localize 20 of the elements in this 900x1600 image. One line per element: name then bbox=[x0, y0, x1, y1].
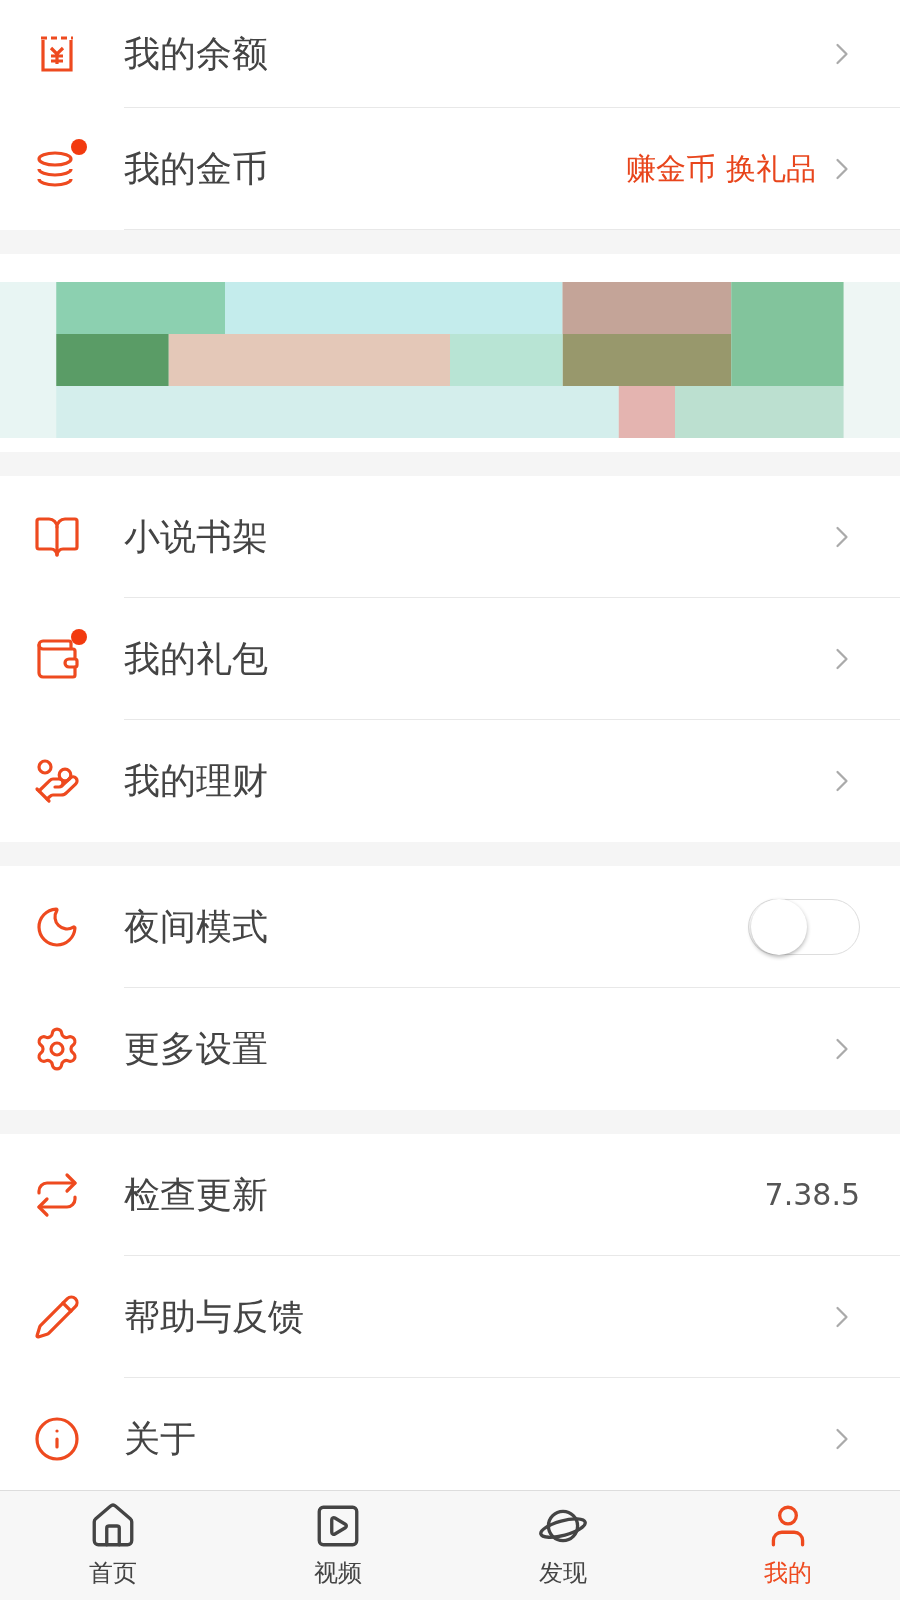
menu-label[interactable]: 检查更新 bbox=[124, 1167, 765, 1222]
menu-label[interactable]: 我的金币 bbox=[124, 141, 627, 196]
menu-label[interactable]: 小说书架 bbox=[124, 509, 824, 564]
info-icon bbox=[33, 1415, 81, 1463]
tab-bar-item[interactable]: 首页 bbox=[0, 1491, 225, 1600]
menu-label[interactable]: 夜间模式 bbox=[124, 899, 748, 954]
hand-coin-icon bbox=[33, 757, 81, 805]
toggle-switch[interactable] bbox=[748, 898, 860, 955]
menu-label[interactable]: 帮助与反馈 bbox=[124, 1289, 824, 1344]
promo-text[interactable]: 赚金币 换礼品 bbox=[626, 146, 816, 191]
menu-label[interactable]: 关于 bbox=[124, 1412, 824, 1466]
menu-label[interactable]: 我的礼包 bbox=[124, 631, 824, 686]
tab-bar-item[interactable]: 发现 bbox=[450, 1491, 675, 1600]
menu-label[interactable]: 我的理财 bbox=[124, 754, 824, 808]
version-text: 7.38.5 bbox=[764, 1176, 860, 1214]
tab-bar-item[interactable]: 我的 bbox=[675, 1491, 900, 1600]
menu-label[interactable]: 我的余额 bbox=[124, 26, 824, 81]
tab-bar-item[interactable]: 视频 bbox=[225, 1491, 450, 1600]
menu-label[interactable]: 更多设置 bbox=[124, 1022, 824, 1076]
pencil-icon bbox=[33, 1293, 81, 1341]
